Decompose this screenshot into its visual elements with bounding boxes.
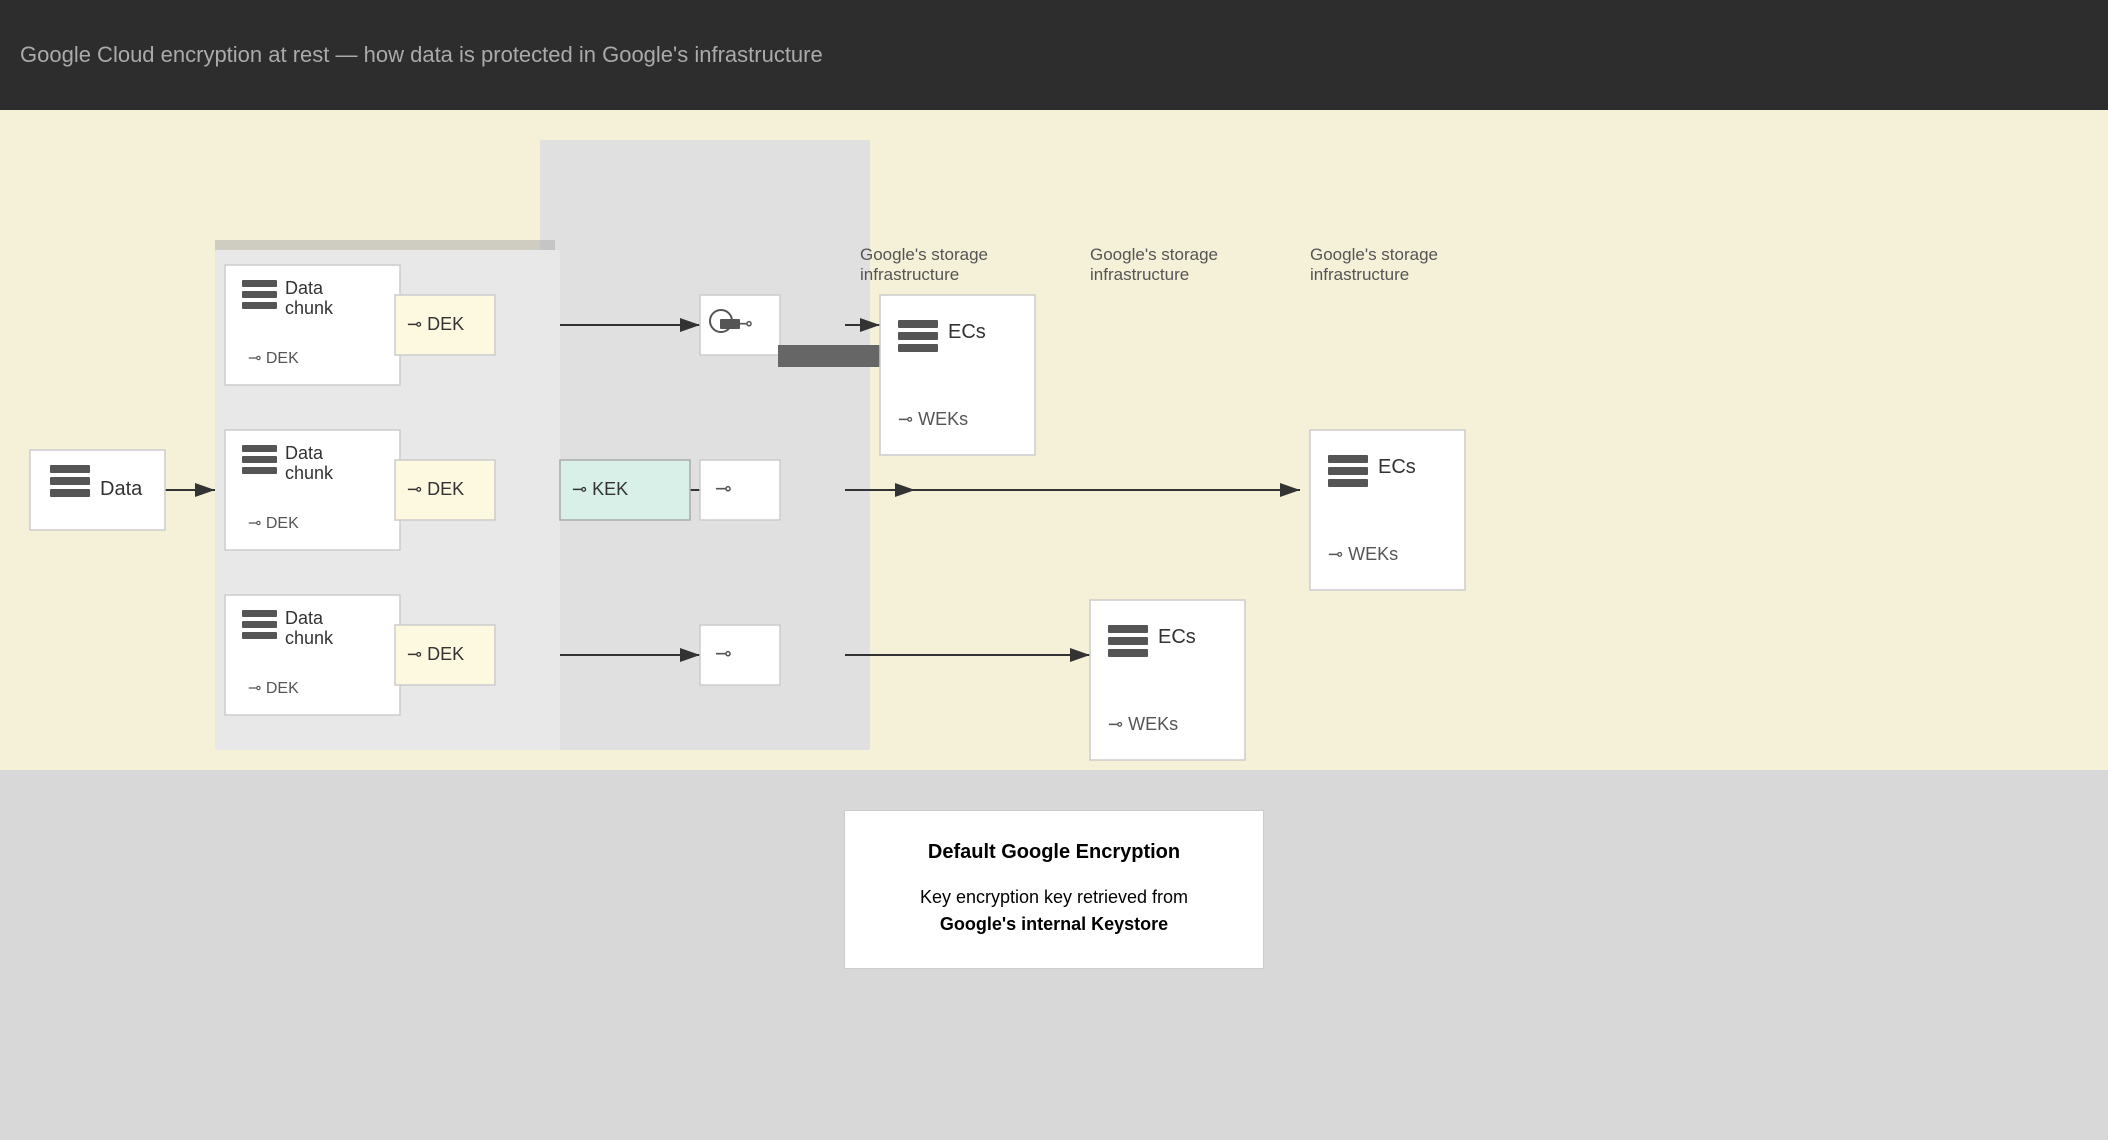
svg-text:infrastructure: infrastructure (1310, 265, 1409, 284)
svg-text:Google's storage: Google's storage (1090, 245, 1218, 264)
svg-text:Data: Data (285, 443, 324, 463)
bottom-area: Default Google Encryption Key encryption… (0, 770, 2108, 1140)
svg-text:⊸ DEK: ⊸ DEK (407, 479, 464, 499)
legend-box: Default Google Encryption Key encryption… (844, 810, 1264, 969)
svg-text:⊸ WEKs: ⊸ WEKs (1108, 714, 1178, 734)
svg-text:⊸ WEKs: ⊸ WEKs (898, 409, 968, 429)
svg-text:⊸ WEKs: ⊸ WEKs (1328, 544, 1398, 564)
svg-text:chunk: chunk (285, 298, 334, 318)
svg-text:ECs: ECs (1378, 456, 1416, 478)
legend-description: Key encryption key retrieved from (920, 887, 1188, 907)
diagram-area: Data Data chunk ⊸ DEK Data chunk ⊸ DEK D… (0, 110, 2108, 770)
svg-text:⊸ DEK: ⊸ DEK (407, 644, 464, 664)
svg-text:⊸ DEK: ⊸ DEK (407, 314, 464, 334)
legend-description-bold: Google's internal Keystore (940, 914, 1168, 934)
svg-text:ECs: ECs (1158, 626, 1196, 648)
svg-text:chunk: chunk (285, 628, 334, 648)
svg-text:⊸ DEK: ⊸ DEK (248, 350, 299, 367)
svg-text:⊸: ⊸ (736, 313, 753, 335)
svg-text:⊸: ⊸ (715, 478, 732, 500)
diagram-svg: Data Data chunk ⊸ DEK Data chunk ⊸ DEK D… (0, 110, 2108, 770)
svg-text:Google's storage: Google's storage (860, 245, 988, 264)
svg-text:Data: Data (285, 278, 324, 298)
svg-text:Google's storage: Google's storage (1310, 245, 1438, 264)
legend-desc: Key encryption key retrieved from Google… (895, 884, 1213, 938)
svg-text:⊸ KEK: ⊸ KEK (572, 479, 628, 499)
svg-text:ECs: ECs (948, 321, 986, 343)
top-bar: Google Cloud encryption at rest — how da… (0, 0, 2108, 110)
svg-text:⊸ DEK: ⊸ DEK (248, 680, 299, 697)
svg-text:infrastructure: infrastructure (860, 265, 959, 284)
svg-text:Data: Data (100, 478, 143, 500)
svg-text:Data: Data (285, 608, 324, 628)
svg-text:⊸: ⊸ (715, 643, 732, 665)
top-bar-text: Google Cloud encryption at rest — how da… (20, 40, 823, 71)
svg-text:chunk: chunk (285, 463, 334, 483)
legend-title: Default Google Encryption (895, 841, 1213, 864)
svg-text:infrastructure: infrastructure (1090, 265, 1189, 284)
svg-text:⊸ DEK: ⊸ DEK (248, 515, 299, 532)
